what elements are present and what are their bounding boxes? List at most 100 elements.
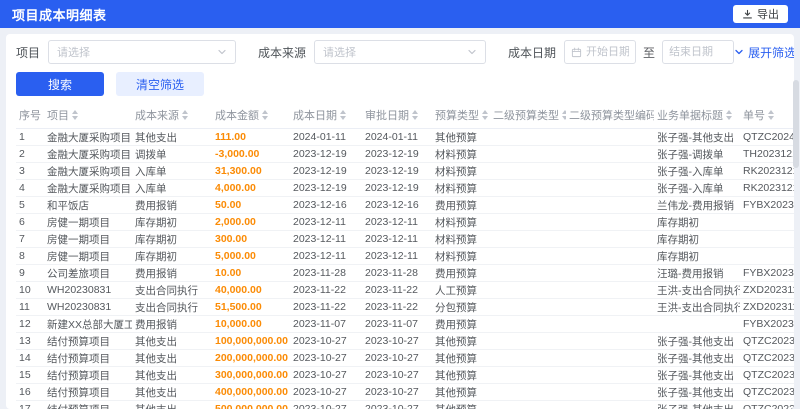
table-cell: 50.00 <box>212 196 290 214</box>
clear-filter-button[interactable]: 清空筛选 <box>116 72 204 96</box>
table-cell: 2023-11-22 <box>290 298 362 316</box>
table-cell: 张子强-其他支出 <box>654 332 740 350</box>
table-row: 12新建XX总部大厦工程二期费用报销10,000.002023-11-07202… <box>16 315 794 333</box>
table-row: 6 房健一期项目 库存期初 2,000.00 2023-12-11 2023-12-11 材… <box>16 213 794 231</box>
date-filter-label: 成本日期 <box>508 45 557 60</box>
table-cell: 其他支出 <box>132 366 212 384</box>
sort-icon[interactable] <box>262 110 268 120</box>
column-header[interactable]: 审批日期 <box>362 102 432 129</box>
table-cell <box>566 315 654 333</box>
table-cell <box>490 349 566 367</box>
table-cell: 1 <box>16 128 44 146</box>
sort-icon[interactable] <box>72 110 78 120</box>
table-cell: 材料预算 <box>432 230 490 248</box>
table-cell <box>490 298 566 316</box>
table-cell <box>490 247 566 265</box>
table-cell: 其他支出 <box>132 400 212 409</box>
column-header[interactable]: 二级预算类型编码 <box>566 102 654 129</box>
table-cell <box>740 213 794 231</box>
table-cell: 其他预算 <box>432 366 490 384</box>
table-cell: 10 <box>16 281 44 299</box>
column-header[interactable]: 预算类型 <box>432 102 490 129</box>
table-cell: 张子强-入库单 <box>654 179 740 197</box>
expand-filter-link[interactable]: 展开筛选 <box>734 44 794 61</box>
table-cell: 2023-10-27 <box>362 383 432 401</box>
table-cell: 材料预算 <box>432 247 490 265</box>
table-row: 10 WH20230831 支出合同执行 40,000.00 2023-11-22 202… <box>16 281 794 299</box>
source-select[interactable]: 请选择 <box>314 40 487 64</box>
table-cell: 2023-12-19 <box>362 145 432 163</box>
download-icon <box>742 9 753 20</box>
table-cell <box>740 247 794 265</box>
table-cell: 6 <box>16 213 44 231</box>
column-header[interactable]: 二级预算类型 <box>490 102 566 129</box>
table-cell: 结付预算项目 <box>44 332 132 350</box>
table-cell: 费用预算 <box>432 315 490 333</box>
project-filter-label: 项目 <box>16 45 41 60</box>
table-scrollbar[interactable] <box>793 80 799 409</box>
table-row: 17结付预算项目其他支出500,000,000.002023-10-272023… <box>16 400 794 409</box>
table-cell <box>654 315 740 333</box>
sort-icon[interactable] <box>726 110 732 120</box>
table-cell: 2024-01-11 <box>290 128 362 146</box>
table-cell: 公司差旅项目 <box>44 264 132 282</box>
table-cell: 2024-01-11 <box>362 128 432 146</box>
column-header: 序号 <box>16 102 44 129</box>
date-start-box <box>564 40 637 64</box>
sort-icon[interactable] <box>768 110 774 120</box>
column-header[interactable]: 单号 <box>740 102 794 129</box>
table-cell: 新建XX总部大厦工程二期 <box>44 315 132 333</box>
table-cell: 结付预算项目 <box>44 366 132 384</box>
search-button[interactable]: 搜索 <box>16 72 104 96</box>
sort-icon[interactable] <box>340 110 346 120</box>
sort-icon[interactable] <box>562 110 566 120</box>
table-cell <box>490 128 566 146</box>
column-header-label: 二级预算类型 <box>493 110 559 122</box>
column-header-label: 预算类型 <box>435 110 479 122</box>
export-button[interactable]: 导出 <box>733 5 788 23</box>
table-cell: 2023-11-07 <box>290 315 362 333</box>
table-cell: FYBX20231128001 <box>740 264 794 282</box>
column-header-label: 审批日期 <box>365 110 409 122</box>
table-cell: 8 <box>16 247 44 265</box>
column-header[interactable]: 项目 <box>44 102 132 129</box>
table-cell: 其他预算 <box>432 332 490 350</box>
table-cell: 2023-12-19 <box>290 145 362 163</box>
date-start-input[interactable] <box>586 46 630 58</box>
table-cell: RK20231219003 <box>740 162 794 180</box>
table-cell: 其他预算 <box>432 349 490 367</box>
table-cell <box>566 366 654 384</box>
table-cell: 费用报销 <box>132 264 212 282</box>
column-header[interactable]: 成本日期 <box>290 102 362 129</box>
table-cell: 张子强-其他支出 <box>654 128 740 146</box>
table-cell: 300,000,000.00 <box>212 366 290 384</box>
table-cell <box>566 332 654 350</box>
scrollbar-thumb[interactable] <box>793 80 799 168</box>
table-cell <box>566 281 654 299</box>
column-header[interactable]: 成本金额 <box>212 102 290 129</box>
table-cell <box>566 128 654 146</box>
table-cell: 2023-12-11 <box>290 213 362 231</box>
sort-icon[interactable] <box>482 110 488 120</box>
table-cell: 31,300.00 <box>212 162 290 180</box>
table-cell: 材料预算 <box>432 162 490 180</box>
table-row: 7 房健一期项目 库存期初 300.00 2023-12-11 2023-12-11 材料预… <box>16 230 794 248</box>
project-select[interactable]: 请选择 <box>48 40 237 64</box>
table-cell: 2023-11-22 <box>362 281 432 299</box>
table-cell: 2023-12-19 <box>290 179 362 197</box>
table-cell <box>566 264 654 282</box>
table-cell: QTZC20240111001 <box>740 128 794 146</box>
column-header[interactable]: 成本来源 <box>132 102 212 129</box>
table-cell: QTZC20231027002 <box>740 400 794 409</box>
table-cell: RK20231219002 <box>740 179 794 197</box>
content-card: 项目 请选择 成本来源 请选择 成本日期 开始日期 至 结束日期 展开筛选 搜索… <box>6 34 794 409</box>
column-header[interactable]: 业务单据标题 <box>654 102 740 129</box>
sort-icon[interactable] <box>182 110 188 120</box>
table-cell: 库存期初 <box>132 213 212 231</box>
source-filter: 成本来源 请选择 <box>258 40 487 64</box>
table-cell: 费用预算 <box>432 196 490 214</box>
sort-icon[interactable] <box>412 110 418 120</box>
table-cell: 300.00 <box>212 230 290 248</box>
table-cell: QTZC20231027002 <box>740 383 794 401</box>
date-end-input[interactable] <box>669 46 728 58</box>
